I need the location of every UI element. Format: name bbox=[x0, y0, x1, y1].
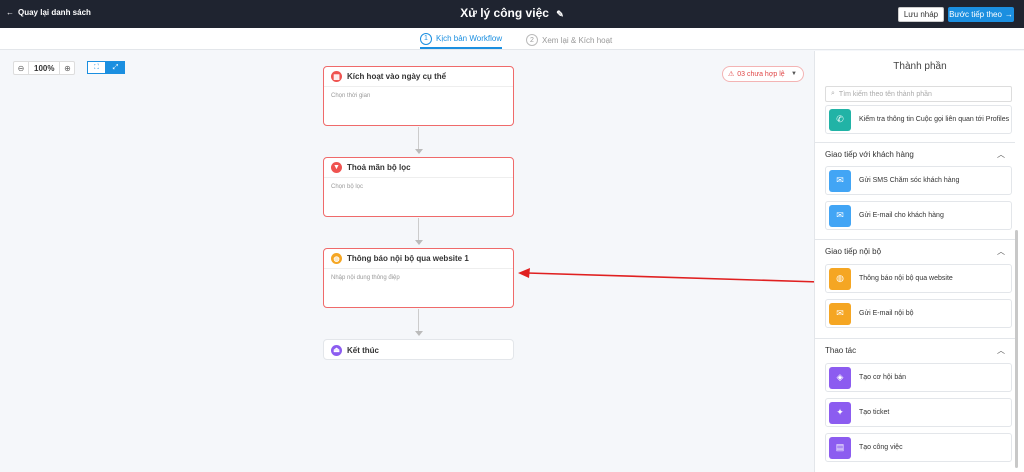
component-label: Gửi E-mail cho khách hàng bbox=[859, 212, 944, 219]
node-hint: Chọn thời gian bbox=[331, 93, 371, 99]
fullscreen-icon[interactable]: ⤢ bbox=[106, 61, 125, 74]
component-label: Tạo công việc bbox=[859, 444, 903, 451]
tab-review-activate[interactable]: 2 Xem lại & Kích hoạt bbox=[526, 31, 612, 49]
ticket-icon: ✦ bbox=[829, 401, 851, 424]
zoom-in-icon[interactable]: ⊕ bbox=[60, 61, 74, 75]
workflow-node-end[interactable]: ⏏ Kết thúc bbox=[323, 339, 514, 360]
page-title: Xử lý công việc ✎ bbox=[0, 6, 1024, 20]
sms-icon: ✉ bbox=[829, 169, 851, 192]
component-label: Gửi SMS Chăm sóc khách hàng bbox=[859, 177, 960, 184]
panel-scrollbar[interactable] bbox=[1015, 230, 1018, 468]
section-title: Giao tiếp nội bộ bbox=[825, 247, 882, 256]
connector-line bbox=[418, 309, 419, 331]
workflow-node-trigger[interactable]: ▦ Kích hoạt vào ngày cụ thể Chọn thời gi… bbox=[323, 66, 514, 126]
exit-icon: ⏏ bbox=[331, 344, 342, 356]
step-label: Xem lại & Kích hoạt bbox=[542, 35, 613, 45]
filter-icon: ▼ bbox=[331, 162, 342, 173]
workflow-node-filter[interactable]: ▼ Thoả mãn bộ lọc Chọn bộ lọc bbox=[323, 157, 514, 217]
component-internal-email[interactable]: ✉ Gửi E-mail nội bộ bbox=[825, 299, 1012, 328]
zoom-out-icon[interactable]: ⊖ bbox=[14, 61, 28, 75]
component-label: Kiểm tra thông tin Cuộc gọi liên quan tớ… bbox=[859, 116, 1010, 123]
chevron-down-icon: ▼ bbox=[791, 71, 797, 77]
section-customer-communication[interactable]: Giao tiếp với khách hàng ︿ bbox=[815, 142, 1015, 166]
workflow-canvas[interactable]: ⊖ 100% ⊕ ⛶ ⤢ ⚠ 03 chưa hợp lệ ▼ ▦ Kích h… bbox=[0, 51, 814, 472]
section-title: Giao tiếp với khách hàng bbox=[825, 150, 914, 159]
globe-icon: ◍ bbox=[829, 267, 851, 290]
zoom-level: 100% bbox=[28, 61, 61, 75]
next-step-label: Bước tiếp theo bbox=[949, 10, 1002, 19]
warning-icon: ⚠ bbox=[728, 71, 735, 78]
steps-bar: 1 Kịch bản Workflow 2 Xem lại & Kích hoạ… bbox=[0, 28, 1024, 50]
component-search-input[interactable]: ⌕ Tìm kiếm theo tên thành phần bbox=[825, 86, 1012, 102]
next-step-button[interactable]: Bước tiếp theo → bbox=[948, 7, 1014, 22]
connector-arrow bbox=[415, 240, 423, 245]
workflow-title: Xử lý công việc bbox=[460, 6, 549, 20]
connector-arrow bbox=[415, 331, 423, 336]
alert-text: 03 chưa hợp lệ bbox=[737, 70, 785, 78]
component-label: Gửi E-mail nội bộ bbox=[859, 310, 914, 317]
component-send-email-customer[interactable]: ✉ Gửi E-mail cho khách hàng bbox=[825, 201, 1012, 230]
arrow-right-icon: → bbox=[1004, 10, 1013, 19]
phone-icon: ✆ bbox=[829, 108, 851, 131]
globe-icon: ◍ bbox=[331, 253, 342, 264]
connector-line bbox=[418, 218, 419, 240]
node-hint: Nhập nội dung thông điệp bbox=[331, 275, 400, 281]
tag-icon: ◈ bbox=[829, 366, 851, 389]
component-check-call-info[interactable]: ✆ Kiểm tra thông tin Cuộc gọi liên quan … bbox=[825, 105, 1012, 134]
save-draft-button[interactable]: Lưu nháp bbox=[898, 7, 944, 22]
fit-view-icon[interactable]: ⛶ bbox=[87, 61, 106, 74]
connector-arrow bbox=[415, 149, 423, 154]
node-title: Kích hoạt vào ngày cụ thể bbox=[347, 72, 447, 81]
top-bar: ← Quay lại danh sách Xử lý công việc ✎ L… bbox=[0, 0, 1024, 28]
components-panel: Thành phần ⌕ Tìm kiếm theo tên thành phầ… bbox=[814, 51, 1024, 472]
component-create-task[interactable]: ▤ Tạo công việc bbox=[825, 433, 1012, 462]
search-placeholder: Tìm kiếm theo tên thành phần bbox=[838, 90, 932, 98]
component-internal-web-notify[interactable]: ◍ Thông báo nội bộ qua website bbox=[825, 264, 1012, 293]
node-title: Kết thúc bbox=[347, 345, 379, 355]
zoom-control: ⊖ 100% ⊕ bbox=[13, 61, 76, 75]
component-create-opportunity[interactable]: ◈ Tạo cơ hội bán bbox=[825, 363, 1012, 392]
section-internal-communication[interactable]: Giao tiếp nội bộ ︿ bbox=[815, 239, 1015, 263]
section-title: Thao tác bbox=[825, 346, 857, 355]
calendar-icon: ▦ bbox=[331, 71, 342, 82]
tab-workflow-script[interactable]: 1 Kịch bản Workflow bbox=[420, 31, 503, 49]
node-title: Thông báo nội bộ qua website 1 bbox=[347, 254, 469, 263]
panel-title: Thành phần bbox=[893, 61, 947, 72]
node-hint: Chọn bộ lọc bbox=[331, 184, 364, 190]
step-number: 1 bbox=[420, 32, 432, 45]
node-title: Thoả mãn bộ lọc bbox=[347, 163, 411, 172]
connector-line bbox=[418, 127, 419, 149]
mail-icon: ✉ bbox=[829, 204, 851, 227]
workflow-node-internal-notify[interactable]: ◍ Thông báo nội bộ qua website 1 Nhập nộ… bbox=[323, 248, 514, 308]
chevron-up-icon: ︿ bbox=[997, 150, 1005, 159]
component-label: Tạo ticket bbox=[859, 409, 890, 416]
invalid-alert-dropdown[interactable]: ⚠ 03 chưa hợp lệ ▼ bbox=[722, 66, 804, 82]
chevron-up-icon: ︿ bbox=[997, 247, 1005, 256]
component-send-sms[interactable]: ✉ Gửi SMS Chăm sóc khách hàng bbox=[825, 166, 1012, 195]
view-toggle: ⛶ ⤢ bbox=[87, 61, 125, 74]
mail-icon: ✉ bbox=[829, 302, 851, 325]
edit-icon[interactable]: ✎ bbox=[556, 9, 564, 20]
chevron-up-icon: ︿ bbox=[997, 346, 1005, 355]
step-number: 2 bbox=[526, 34, 538, 46]
component-label: Thông báo nội bộ qua website bbox=[859, 275, 953, 282]
step-label: Kịch bản Workflow bbox=[436, 34, 503, 43]
task-icon: ▤ bbox=[829, 436, 851, 459]
section-actions[interactable]: Thao tác ︿ bbox=[815, 338, 1015, 362]
component-create-ticket[interactable]: ✦ Tạo ticket bbox=[825, 398, 1012, 427]
component-label: Tạo cơ hội bán bbox=[859, 374, 907, 381]
search-icon: ⌕ bbox=[831, 90, 835, 97]
